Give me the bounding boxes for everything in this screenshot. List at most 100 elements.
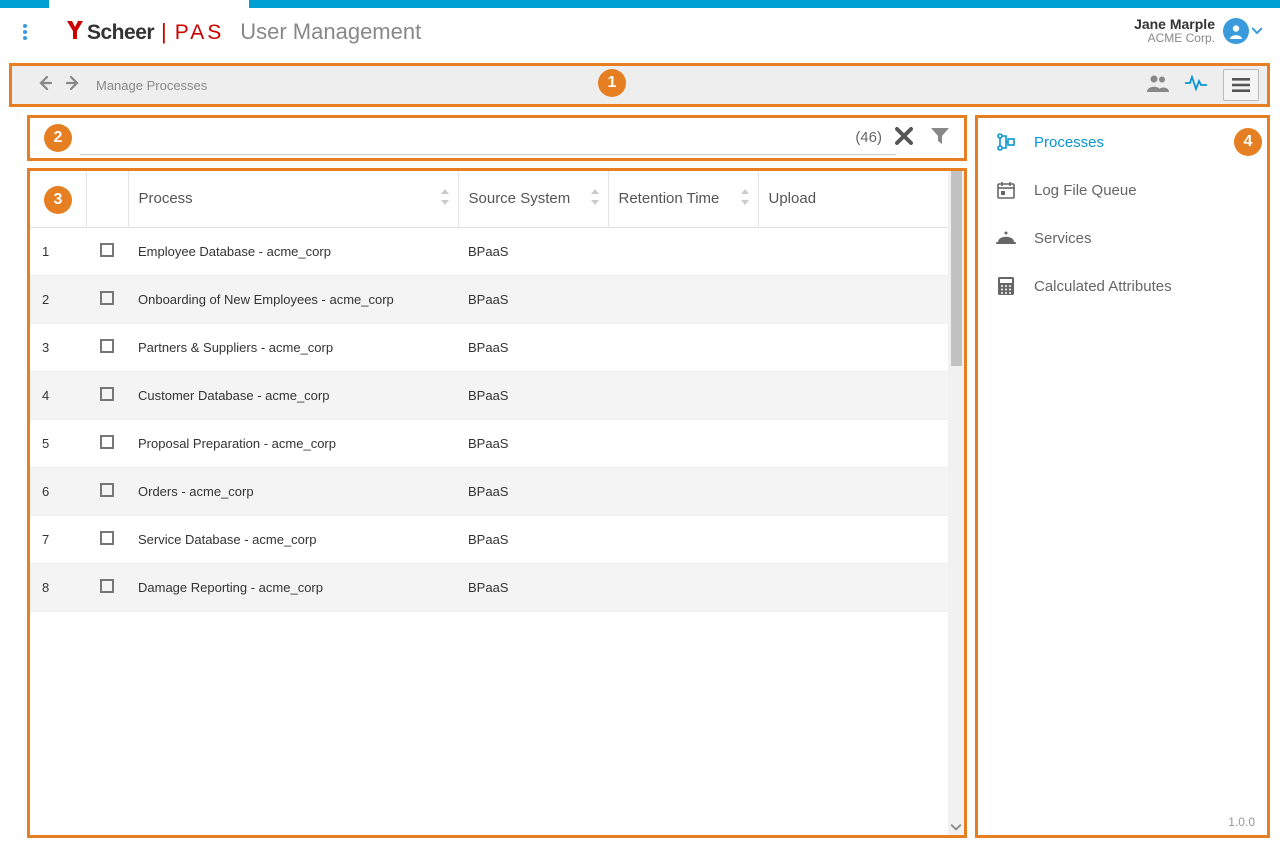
app-menu-button[interactable] xyxy=(0,8,49,56)
user-menu-button[interactable] xyxy=(1223,18,1262,44)
sidebar-item-label: Processes xyxy=(1034,134,1104,151)
annotation-badge-3: 3 xyxy=(44,186,72,214)
cell-process: Service Database - acme_corp xyxy=(128,515,458,563)
calendar-icon xyxy=(996,181,1016,199)
arrow-right-icon xyxy=(66,76,80,90)
row-checkbox[interactable] xyxy=(100,387,114,401)
table-row[interactable]: 5Proposal Preparation - acme_corpBPaaS xyxy=(30,419,948,467)
row-checkbox[interactable] xyxy=(100,435,114,449)
cell-source: BPaaS xyxy=(458,275,608,323)
cell-retention xyxy=(608,275,758,323)
sidebar-item-services[interactable]: Services xyxy=(978,214,1267,262)
breadcrumb[interactable]: Manage Processes xyxy=(96,78,207,93)
chevron-down-icon xyxy=(1252,27,1262,35)
right-panel-region: Processes Log File Queue Services Calcul… xyxy=(975,115,1270,838)
cell-process: Partners & Suppliers - acme_corp xyxy=(128,323,458,371)
annotation-badge-2: 2 xyxy=(44,124,72,152)
result-count: (46) xyxy=(855,129,882,146)
col-source[interactable]: Source System xyxy=(458,171,608,227)
col-upload[interactable]: Upload xyxy=(758,171,948,227)
sidebar-item-calc-attrs[interactable]: Calculated Attributes xyxy=(978,262,1267,310)
scrollbar-thumb[interactable] xyxy=(951,171,962,366)
user-name: Jane Marple xyxy=(1134,17,1215,32)
sort-icon xyxy=(590,189,600,209)
filter-icon xyxy=(930,126,950,146)
brand-divider: | xyxy=(161,19,167,45)
row-checkbox[interactable] xyxy=(100,339,114,353)
search-input[interactable] xyxy=(80,154,896,155)
sidebar-item-label: Log File Queue xyxy=(1034,182,1137,199)
scheer-y-icon xyxy=(67,21,83,39)
filter-button[interactable] xyxy=(930,126,950,151)
cell-upload xyxy=(758,467,948,515)
cell-upload xyxy=(758,227,948,275)
row-checkbox[interactable] xyxy=(100,243,114,257)
arrow-left-icon xyxy=(38,76,52,90)
row-number: 6 xyxy=(30,467,86,515)
sidebar-item-log-queue[interactable]: Log File Queue xyxy=(978,166,1267,214)
cloche-icon xyxy=(996,231,1016,245)
cell-process: Damage Reporting - acme_corp xyxy=(128,563,458,611)
col-checkbox xyxy=(86,171,128,227)
sidebar-item-processes[interactable]: Processes xyxy=(978,118,1267,166)
row-number: 1 xyxy=(30,227,86,275)
col-retention[interactable]: Retention Time xyxy=(608,171,758,227)
scroll-down-icon[interactable] xyxy=(950,821,962,833)
brand-scheer-text: Scheer xyxy=(87,21,154,45)
table-row[interactable]: 4Customer Database - acme_corpBPaaS xyxy=(30,371,948,419)
toolbar-region: Manage Processes xyxy=(9,63,1270,107)
table-row[interactable]: 6Orders - acme_corpBPaaS xyxy=(30,467,948,515)
cell-process: Proposal Preparation - acme_corp xyxy=(128,419,458,467)
brand-pas-text: PAS xyxy=(175,21,224,45)
table-row[interactable]: 2Onboarding of New Employees - acme_corp… xyxy=(30,275,948,323)
top-active-tab-gap xyxy=(49,0,249,8)
page-title: User Management xyxy=(240,19,421,45)
hamburger-icon xyxy=(1232,78,1250,92)
table-row[interactable]: 8Damage Reporting - acme_corpBPaaS xyxy=(30,563,948,611)
row-number: 8 xyxy=(30,563,86,611)
nav-back-button[interactable] xyxy=(34,74,56,97)
row-checkbox[interactable] xyxy=(100,579,114,593)
activity-button[interactable] xyxy=(1185,75,1207,96)
users-icon xyxy=(1147,74,1169,92)
table-row[interactable]: 7Service Database - acme_corpBPaaS xyxy=(30,515,948,563)
user-block: Jane Marple ACME Corp. xyxy=(1134,17,1262,46)
processes-icon xyxy=(996,133,1016,151)
sidebar-item-label: Calculated Attributes xyxy=(1034,278,1172,295)
row-number: 4 xyxy=(30,371,86,419)
cell-upload xyxy=(758,515,948,563)
cell-source: BPaaS xyxy=(458,227,608,275)
cell-retention xyxy=(608,371,758,419)
row-checkbox[interactable] xyxy=(100,483,114,497)
cell-source: BPaaS xyxy=(458,371,608,419)
process-table: Process Source System Retention Time Upl… xyxy=(30,171,948,612)
row-number: 5 xyxy=(30,419,86,467)
users-button[interactable] xyxy=(1147,74,1169,97)
cell-upload xyxy=(758,563,948,611)
main-content-left: (46) Process Source System xyxy=(27,115,967,838)
row-checkbox[interactable] xyxy=(100,531,114,545)
cell-upload xyxy=(758,419,948,467)
cell-process: Employee Database - acme_corp xyxy=(128,227,458,275)
row-number: 3 xyxy=(30,323,86,371)
sort-icon xyxy=(440,189,450,209)
calculator-icon xyxy=(996,277,1016,295)
cell-retention xyxy=(608,227,758,275)
menu-button[interactable] xyxy=(1223,69,1259,101)
cell-source: BPaaS xyxy=(458,467,608,515)
brand-logo: Scheer | PAS xyxy=(67,19,224,45)
col-process[interactable]: Process xyxy=(128,171,458,227)
table-row[interactable]: 1 Employee Database - acme_corpBPaaS xyxy=(30,227,948,275)
avatar-icon xyxy=(1223,18,1249,44)
cell-source: BPaaS xyxy=(458,515,608,563)
table-row[interactable]: 3 Partners & Suppliers - acme_corpBPaaS xyxy=(30,323,948,371)
cell-upload xyxy=(758,323,948,371)
sort-icon xyxy=(740,189,750,209)
row-checkbox[interactable] xyxy=(100,291,114,305)
cell-source: BPaaS xyxy=(458,323,608,371)
clear-search-button[interactable] xyxy=(894,126,914,151)
cell-retention xyxy=(608,467,758,515)
scrollbar-track[interactable] xyxy=(948,171,964,835)
cell-retention xyxy=(608,323,758,371)
nav-forward-button[interactable] xyxy=(62,74,84,97)
